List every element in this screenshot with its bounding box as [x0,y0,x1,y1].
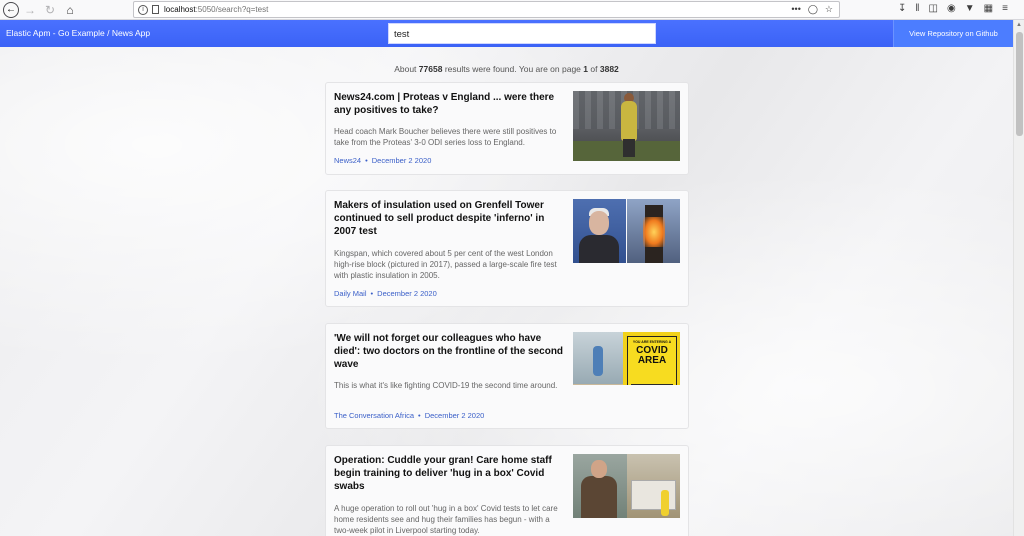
article-description: A huge operation to roll out 'hug in a b… [334,504,558,535]
article-date: December 2 2020 [424,411,485,420]
address-bar[interactable]: i localhost:5050/search?q=test ••• ◯ ☆ [133,1,840,18]
app-navbar: Elastic Apm - Go Example / News App test… [0,20,1013,47]
article-image[interactable] [573,91,680,161]
current-page: 1 [583,64,589,74]
article-card[interactable]: Makers of insulation used on Grenfell To… [325,190,689,307]
library-icon[interactable]: ‖ [915,3,919,14]
article-card[interactable]: 'We will not forget our colleagues who h… [325,323,689,429]
page-scrollbar[interactable]: ▲ [1013,20,1024,536]
article-description: This is what it's like fighting COVID-19… [334,381,558,390]
article-date: December 2 2020 [377,289,437,298]
results-prefix: About [394,64,417,74]
extension2-icon[interactable]: ▦ [984,3,993,14]
bookmark-star-icon[interactable]: ☆ [825,4,833,15]
article-title[interactable]: 'We will not forget our colleagues who h… [334,332,566,371]
total-pages: 3882 [599,64,619,74]
article-meta: The Conversation Africa • December 2 2020 [334,411,485,420]
article-date: December 2 2020 [371,156,432,165]
url-host: localhost [164,5,196,14]
browser-toolbar: ← → ↻ ⌂ i localhost:5050/search?q=test •… [0,0,1024,20]
article-image[interactable] [573,199,680,263]
page-icon [152,5,159,14]
info-icon[interactable]: i [138,4,148,15]
article-title[interactable]: Makers of insulation used on Grenfell To… [334,199,566,238]
page-content: About 77658 results were found. You are … [0,47,1013,536]
download-icon[interactable]: ↧ [898,3,906,14]
home-icon[interactable]: ⌂ [61,1,79,19]
article-card[interactable]: News24.com | Proteas v England ... were … [325,82,689,175]
image-sign-text: COVID AREA [636,345,668,366]
url-path: :5050/search?q=test [195,5,269,14]
view-repository-button[interactable]: View Repository on Github [893,20,1013,47]
article-source[interactable]: The Conversation Africa [334,411,414,420]
image-sign-caption: YOU ARE ENTERING A [632,340,672,344]
article-description: Kingspan, which covered about 5 per cent… [334,249,557,280]
article-source[interactable]: News24 [334,156,361,165]
scrollbar-thumb[interactable] [1016,32,1023,136]
article-image[interactable]: YOU ARE ENTERING A COVID AREA [573,332,680,385]
account-icon[interactable]: ◉ [947,3,956,14]
article-title[interactable]: Operation: Cuddle your gran! Care home s… [334,454,566,493]
forward-icon[interactable]: → [21,1,39,19]
article-meta: Daily Mail • December 2 2020 [334,289,437,298]
article-image[interactable] [573,454,680,518]
results-of: of [590,64,598,74]
article-description: Head coach Mark Boucher believes there w… [334,127,557,147]
page-actions-icon[interactable]: ••• [791,4,800,15]
results-summary: About 77658 results were found. You are … [0,64,1013,74]
results-count: 77658 [418,64,443,74]
extension-icon[interactable]: ▼ [965,3,975,14]
back-icon[interactable]: ← [3,1,19,18]
search-input[interactable]: test [388,23,656,44]
results-middle: results were found. You are on page [444,64,581,74]
article-title[interactable]: News24.com | Proteas v England ... were … [334,91,566,117]
menu-icon[interactable]: ≡ [1002,3,1008,14]
article-meta: News24 • December 2 2020 [334,156,432,165]
reload-icon[interactable]: ↻ [41,1,59,19]
pocket-icon[interactable]: ◯ [808,4,818,15]
scroll-up-icon[interactable]: ▲ [1016,22,1022,28]
article-card[interactable]: Operation: Cuddle your gran! Care home s… [325,445,689,536]
sidebar-icon[interactable]: ◫ [929,3,938,14]
brand-title[interactable]: Elastic Apm - Go Example / News App [6,28,150,38]
article-source[interactable]: Daily Mail [334,289,367,298]
